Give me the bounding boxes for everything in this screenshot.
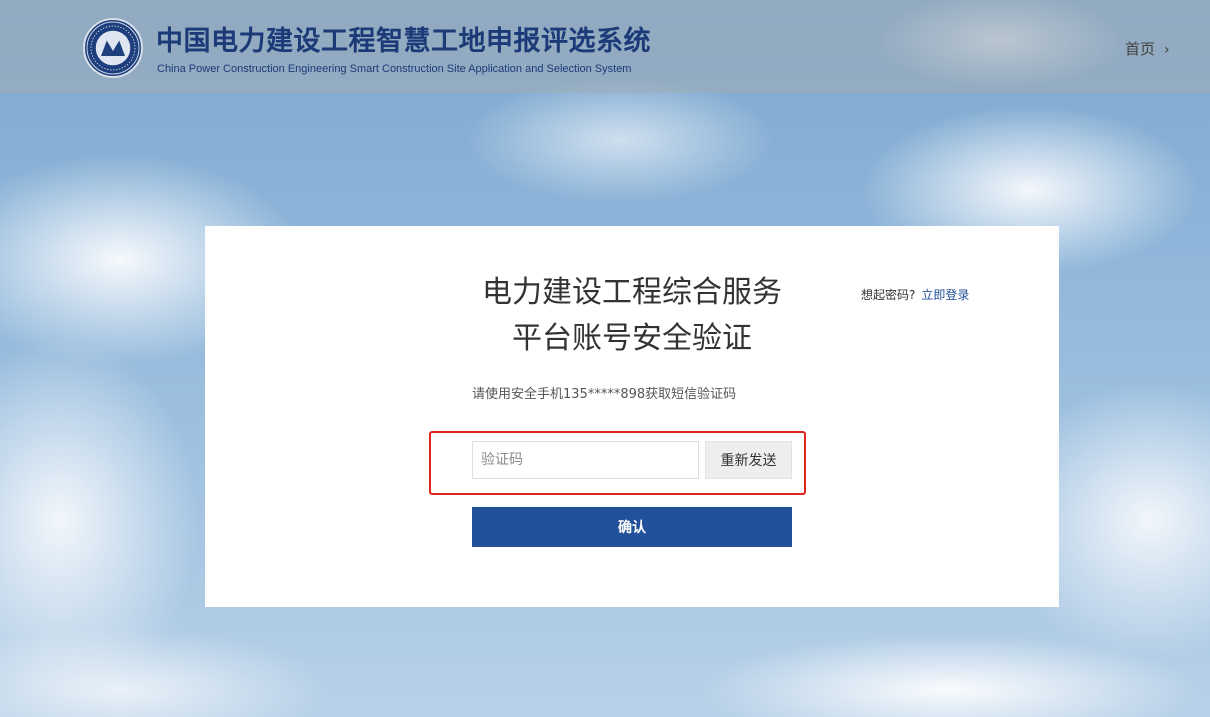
header-bar: 中国电力建设工程智慧工地申报评选系统 China Power Construct…: [0, 0, 1210, 93]
verification-code-input[interactable]: [472, 441, 699, 479]
resend-button[interactable]: 重新发送: [705, 441, 792, 479]
page: 中国电力建设工程智慧工地申报评选系统 China Power Construct…: [0, 0, 1210, 717]
verification-card: 电力建设工程综合服务 平台账号安全验证 想起密码? 立即登录 请使用安全手机135…: [205, 226, 1059, 607]
system-title: 中国电力建设工程智慧工地申报评选系统: [156, 26, 651, 57]
chevron-right-icon: ›: [1164, 42, 1170, 58]
home-link-label: 首页: [1125, 40, 1156, 58]
login-now-link[interactable]: 立即登录: [921, 288, 969, 302]
home-link[interactable]: 首页 ›: [1125, 39, 1170, 60]
system-subtitle: China Power Construction Engineering Sma…: [157, 63, 632, 75]
association-emblem-icon: [83, 18, 143, 78]
page-title-line2: 平台账号安全验证: [512, 321, 752, 356]
remember-password-prompt: 想起密码? 立即登录: [861, 287, 969, 303]
sms-hint-text: 请使用安全手机135*****898获取短信验证码: [472, 387, 737, 402]
confirm-button[interactable]: 确认: [472, 507, 792, 547]
remember-password-text: 想起密码?: [861, 288, 916, 302]
page-title: 电力建设工程综合服务 平台账号安全验证: [205, 270, 1059, 362]
